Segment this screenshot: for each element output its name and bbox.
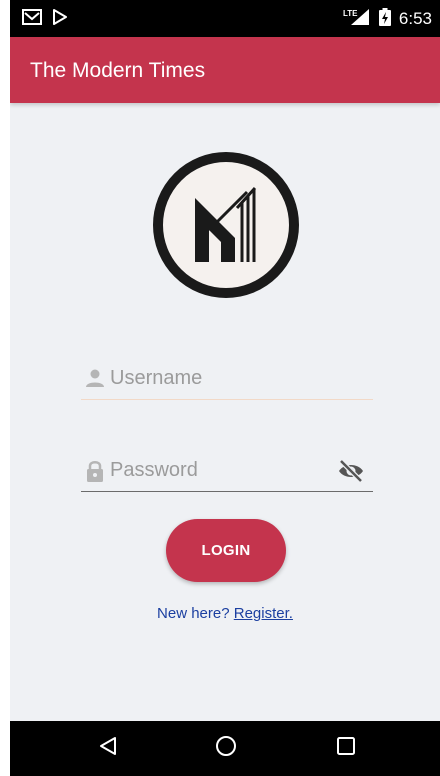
register-prefix: New here? xyxy=(157,605,230,622)
recents-button[interactable] xyxy=(316,721,376,776)
gmail-icon xyxy=(22,8,42,30)
back-icon xyxy=(97,735,119,762)
app-screen: LTE 6:53 The Modern Times Username LOGIN… xyxy=(10,0,440,776)
password-field xyxy=(81,452,373,492)
password-underline xyxy=(81,490,373,492)
status-bar: LTE 6:53 xyxy=(10,0,440,37)
eye-off-icon[interactable] xyxy=(337,458,365,484)
app-bar: The Modern Times xyxy=(10,37,440,103)
username-input[interactable] xyxy=(110,362,340,394)
person-icon xyxy=(85,368,105,390)
register-prompt: New here? Register. xyxy=(10,605,440,622)
app-title: The Modern Times xyxy=(30,59,206,82)
username-underline xyxy=(81,398,373,400)
navigation-bar xyxy=(10,721,440,776)
network-type: LTE xyxy=(343,9,358,18)
battery-charging-icon xyxy=(378,7,391,31)
lte-signal-icon: LTE xyxy=(343,8,371,31)
play-store-icon xyxy=(52,8,68,30)
home-icon xyxy=(215,735,237,762)
password-input[interactable] xyxy=(110,454,340,486)
clock: 6:53 xyxy=(398,9,432,28)
recents-icon xyxy=(335,735,357,762)
home-button[interactable] xyxy=(196,721,256,776)
login-button[interactable]: LOGIN xyxy=(166,519,286,582)
back-button[interactable] xyxy=(78,721,138,776)
username-field xyxy=(81,360,373,400)
app-logo xyxy=(151,150,301,300)
register-link[interactable]: Register. xyxy=(234,605,293,622)
lock-icon xyxy=(85,460,105,482)
